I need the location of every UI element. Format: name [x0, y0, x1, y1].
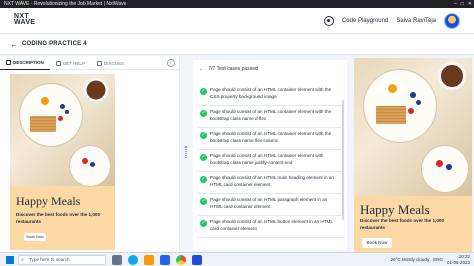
breakfast-image [354, 58, 472, 196]
card-description: Discover the best foods over the 1,000 r… [360, 218, 444, 230]
test-case-list: ✓ Page should consist of an HTML contain… [197, 84, 343, 238]
avatar[interactable] [444, 13, 460, 29]
card-preview-left: Happy Meals Discover the best foods over… [10, 74, 115, 250]
help-icon [55, 60, 61, 66]
file-explorer-icon[interactable] [144, 255, 154, 265]
chrome-icon[interactable] [176, 255, 186, 265]
store-icon[interactable] [160, 255, 170, 265]
check-icon: ✓ [200, 198, 207, 205]
check-icon: ✓ [200, 176, 207, 183]
weather-status[interactable]: 26°C Mostly cloudy [391, 257, 430, 262]
language-indicator[interactable]: ENG [433, 257, 443, 262]
window-controls: – □ ✕ [454, 0, 472, 8]
tab-description[interactable]: DESCRIPTION [0, 56, 50, 70]
edge-icon[interactable] [128, 255, 138, 265]
windows-start-icon[interactable] [6, 256, 14, 264]
check-icon: ✓ [200, 154, 207, 161]
collapse-panel-button[interactable]: ‹ [167, 59, 175, 67]
tab-get-help[interactable]: GET HELP [50, 56, 91, 70]
check-icon: ✓ [200, 220, 207, 227]
user-name[interactable]: Saiva RaviTeja [396, 18, 436, 24]
header-right: Code Playground Saiva RaviTeja [323, 13, 460, 29]
back-arrow-icon[interactable]: ← [10, 40, 18, 49]
test-results-panel: ← 7/7 Test cases passed ✓ Page should co… [181, 56, 353, 252]
output-preview-panel: Happy Meals Discover the best foods over… [354, 56, 474, 252]
results-header: ← 7/7 Test cases passed [199, 66, 258, 72]
card-description: Discover the best foods over the 1,000 r… [16, 212, 100, 224]
description-panel: DESCRIPTION GET HELP DISCUSS ‹ Happy Mea… [0, 56, 180, 252]
list-item: ✓ Page should consist of an HTML contain… [197, 84, 343, 106]
back-arrow-icon[interactable]: ← [199, 66, 204, 72]
list-item: ✓ Page should consist of an HTML contain… [197, 150, 343, 172]
list-item: ✓ Page should consist of an HTML contain… [197, 106, 343, 128]
results-scrollbar[interactable] [342, 100, 344, 220]
clock[interactable]: 10:32 01-05-2023 [447, 254, 470, 265]
description-icon [6, 60, 11, 65]
card-heading: Happy Meals [16, 194, 81, 208]
code-playground-link[interactable]: Code Playground [342, 18, 388, 24]
list-item: ✓ Page should consist of an HTML main he… [197, 172, 343, 194]
browser-tab-title[interactable]: NXT WAVE - Revolutionizing the Job Marke… [4, 1, 126, 7]
nxtwave-logo[interactable]: NXT WAVE [14, 13, 35, 26]
practice-header: ← CODING PRACTICE 4 [0, 35, 474, 55]
card-heading: Happy Meals [360, 202, 430, 217]
breakfast-image [10, 74, 115, 186]
tab-discuss[interactable]: DISCUSS [91, 56, 130, 70]
maximize-button[interactable]: □ [461, 0, 464, 8]
mail-icon[interactable] [192, 255, 202, 265]
system-tray: 26°C Mostly cloudy ENG 10:32 01-05-2023 [391, 254, 470, 265]
book-now-button[interactable]: Book Now [362, 238, 392, 248]
task-view-icon[interactable] [112, 255, 122, 265]
minimize-button[interactable]: – [454, 0, 457, 8]
list-item: ✓ Page should consist of an HTML contain… [197, 128, 343, 150]
app-header: NXT WAVE Code Playground Saiva RaviTeja [0, 8, 474, 34]
results-summary: 7/7 Test cases passed [208, 66, 258, 72]
list-item: ✓ Page should consist of an HTML paragra… [197, 194, 343, 216]
results-card: ← 7/7 Test cases passed ✓ Page should co… [193, 60, 347, 250]
playground-icon[interactable] [323, 16, 334, 26]
close-button[interactable]: ✕ [468, 0, 472, 8]
resize-handle[interactable] [185, 146, 187, 158]
list-item: ✓ Page should consist of an HTML button … [197, 216, 343, 238]
windows-taskbar: ⌕ Type here to search 26°C Mostly cloudy… [0, 252, 474, 266]
check-icon: ✓ [200, 88, 207, 95]
card-preview-right: Happy Meals Discover the best foods over… [354, 58, 472, 252]
check-icon: ✓ [200, 110, 207, 117]
discuss-icon [96, 60, 102, 66]
taskbar-search-input[interactable]: ⌕ Type here to search [18, 255, 106, 265]
panel-tabs: DESCRIPTION GET HELP DISCUSS [0, 56, 180, 70]
check-icon: ✓ [200, 132, 207, 139]
browser-title-bar: NXT WAVE - Revolutionizing the Job Marke… [0, 0, 474, 8]
taskbar-apps [112, 255, 202, 265]
page-title: CODING PRACTICE 4 [22, 41, 87, 47]
search-icon: ⌕ [21, 257, 24, 263]
book-now-button[interactable]: Book Now [24, 233, 46, 241]
